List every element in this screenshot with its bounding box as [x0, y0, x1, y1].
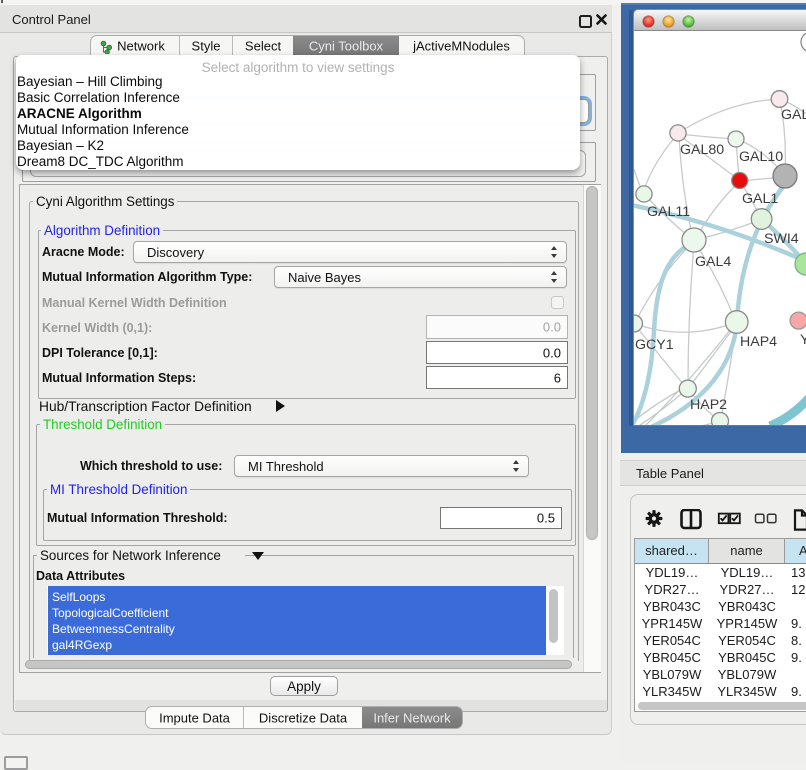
svg-text:YM: YM	[800, 332, 806, 348]
svg-text:GAL1: GAL1	[742, 191, 778, 207]
svg-text:GAL2: GAL2	[781, 107, 806, 123]
svg-text:HAP2: HAP2	[690, 397, 727, 413]
svg-text:GAL4: GAL4	[695, 254, 731, 270]
svg-text:SWI4: SWI4	[764, 231, 799, 247]
svg-text:GAL11: GAL11	[647, 204, 690, 220]
svg-text:GCY1: GCY1	[635, 337, 674, 353]
svg-text:GAL10: GAL10	[739, 149, 783, 165]
svg-text:GAL80: GAL80	[680, 142, 724, 158]
svg-text:HAP4: HAP4	[740, 334, 777, 350]
